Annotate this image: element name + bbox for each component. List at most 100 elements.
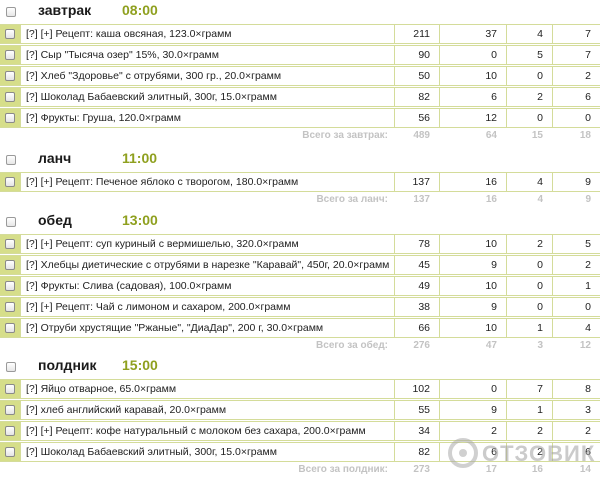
food-name-cell: [?] [+] Рецепт: кофе натуральный с молок… — [20, 422, 394, 440]
calories-cell: 82 — [394, 443, 439, 461]
carbs-total-cell: 64 — [439, 129, 506, 143]
food-name[interactable]: [?] Отруби хрустящие "Ржаные", "ДиаДар",… — [26, 322, 323, 334]
meal-time[interactable]: 15:00 — [122, 357, 158, 373]
fat-cell: 8 — [552, 380, 600, 398]
food-row[interactable]: [?] Отруби хрустящие "Ржаные", "ДиаДар",… — [0, 318, 600, 338]
fat-cell: 7 — [552, 46, 600, 64]
calories-cell: 38 — [394, 298, 439, 316]
food-name[interactable]: [?] Хлеб "Здоровье" с отрубями, 300 гр.,… — [26, 70, 281, 82]
protein-cell: 4 — [506, 173, 552, 191]
carbs-cell: 12 — [439, 109, 506, 127]
food-name[interactable]: [?] Фрукты: Груша, 120.0×грамм — [26, 112, 181, 124]
food-row[interactable]: [?] Фрукты: Груша, 120.0×грамм 56 12 0 0 — [0, 108, 600, 128]
row-checkbox[interactable] — [5, 447, 15, 457]
calories-value: 211 — [413, 28, 430, 40]
protein-value: 2 — [537, 91, 543, 103]
row-checkbox[interactable] — [5, 405, 15, 415]
carbs-value: 0 — [491, 383, 497, 395]
calories-cell: 211 — [394, 25, 439, 43]
food-name[interactable]: [?] [+] Рецепт: Печеное яблоко с творого… — [26, 176, 298, 188]
protein-total: 4 — [537, 194, 543, 205]
row-select-cell — [0, 256, 20, 274]
row-checkbox[interactable] — [5, 302, 15, 312]
calories-value: 38 — [418, 301, 430, 313]
fat-value: 9 — [585, 176, 591, 188]
protein-value: 0 — [537, 259, 543, 271]
food-name[interactable]: [?] Шоколад Бабаевский элитный, 300г, 15… — [26, 91, 277, 103]
meal-checkbox[interactable] — [6, 362, 16, 372]
row-checkbox[interactable] — [5, 177, 15, 187]
calories-value: 90 — [418, 49, 430, 61]
row-checkbox[interactable] — [5, 71, 15, 81]
row-checkbox[interactable] — [5, 260, 15, 270]
food-name[interactable]: [?] [+] Рецепт: кофе натуральный с молок… — [26, 425, 366, 437]
row-checkbox[interactable] — [5, 426, 15, 436]
row-checkbox[interactable] — [5, 50, 15, 60]
meal-time[interactable]: 13:00 — [122, 212, 158, 228]
meal-checkbox[interactable] — [6, 217, 16, 227]
carbs-value: 9 — [491, 301, 497, 313]
food-name[interactable]: [?] Фрукты: Слива (садовая), 100.0×грамм — [26, 280, 231, 292]
meal-name: ланч — [38, 150, 72, 166]
row-checkbox[interactable] — [5, 113, 15, 123]
row-select-cell — [0, 25, 20, 43]
fat-cell: 1 — [552, 277, 600, 295]
calories-cell: 45 — [394, 256, 439, 274]
calories-value: 82 — [418, 91, 430, 103]
food-row[interactable]: [?] Яйцо отварное, 65.0×грамм 102 0 7 8 — [0, 379, 600, 399]
food-name-cell: [?] хлеб английский каравай, 20.0×грамм — [20, 401, 394, 419]
food-name[interactable]: [?] [+] Рецепт: суп куриный с вермишелью… — [26, 238, 299, 250]
meal-time[interactable]: 11:00 — [122, 150, 157, 166]
protein-value: 7 — [537, 383, 543, 395]
food-name[interactable]: [?] Яйцо отварное, 65.0×грамм — [26, 383, 176, 395]
meal-time[interactable]: 08:00 — [122, 2, 158, 18]
fat-total-cell: 18 — [552, 129, 600, 143]
protein-cell: 0 — [506, 256, 552, 274]
fat-cell: 0 — [552, 298, 600, 316]
carbs-cell: 10 — [439, 277, 506, 295]
food-name[interactable]: [?] Шоколад Бабаевский элитный, 300г, 15… — [26, 446, 277, 458]
carbs-value: 9 — [491, 259, 497, 271]
row-checkbox[interactable] — [5, 239, 15, 249]
food-row[interactable]: [?] Хлеб "Здоровье" с отрубями, 300 гр.,… — [0, 66, 600, 86]
row-checkbox[interactable] — [5, 29, 15, 39]
food-name-cell: [?] Хлебцы диетические с отрубями в наре… — [20, 256, 394, 274]
food-row[interactable]: [?] [+] Рецепт: Печеное яблоко с творого… — [0, 172, 600, 192]
food-row[interactable]: [?] Сыр "Тысяча озер" 15%, 30.0×грамм 90 0… — [0, 45, 600, 65]
food-row[interactable]: [?] Шоколад Бабаевский элитный, 300г, 15… — [0, 87, 600, 107]
row-select-cell — [0, 422, 20, 440]
protein-cell: 0 — [506, 109, 552, 127]
row-checkbox[interactable] — [5, 384, 15, 394]
food-row[interactable]: [?] хлеб английский каравай, 20.0×грамм 5… — [0, 400, 600, 420]
food-row[interactable]: [?] [+] Рецепт: Чай с лимоном и сахаром,… — [0, 297, 600, 317]
food-row[interactable]: [?] Фрукты: Слива (садовая), 100.0×грамм… — [0, 276, 600, 296]
fat-cell: 2 — [552, 256, 600, 274]
row-checkbox[interactable] — [5, 92, 15, 102]
food-name[interactable]: [?] [+] Рецепт: каша овсяная, 123.0×грам… — [26, 28, 232, 40]
calories-cell: 49 — [394, 277, 439, 295]
protein-value: 0 — [537, 280, 543, 292]
carbs-cell: 10 — [439, 67, 506, 85]
calories-cell: 55 — [394, 401, 439, 419]
row-select-cell — [0, 235, 20, 253]
calories-cell: 78 — [394, 235, 439, 253]
carbs-value: 2 — [491, 425, 497, 437]
food-name[interactable]: [?] [+] Рецепт: Чай с лимоном и сахаром,… — [26, 301, 290, 313]
calories-total-cell: 137 — [394, 193, 439, 207]
watermark: ОТЗОВИК — [448, 438, 596, 470]
food-row[interactable]: [?] Хлебцы диетические с отрубями в наре… — [0, 255, 600, 275]
meal-checkbox[interactable] — [6, 7, 16, 17]
food-name[interactable]: [?] Сыр "Тысяча озер" 15%, 30.0×грамм — [26, 49, 219, 61]
meal-checkbox[interactable] — [6, 155, 16, 165]
food-name[interactable]: [?] хлеб английский каравай, 20.0×грамм — [26, 404, 226, 416]
row-checkbox[interactable] — [5, 323, 15, 333]
food-name[interactable]: [?] Хлебцы диетические с отрубями в наре… — [26, 259, 389, 271]
food-row[interactable]: [?] [+] Рецепт: суп куриный с вермишелью… — [0, 234, 600, 254]
row-checkbox[interactable] — [5, 281, 15, 291]
protein-cell: 0 — [506, 298, 552, 316]
food-row[interactable]: [?] [+] Рецепт: каша овсяная, 123.0×грам… — [0, 24, 600, 44]
row-select-cell — [0, 173, 20, 191]
fat-cell: 2 — [552, 67, 600, 85]
fat-value: 5 — [585, 238, 591, 250]
protein-value: 2 — [537, 425, 543, 437]
